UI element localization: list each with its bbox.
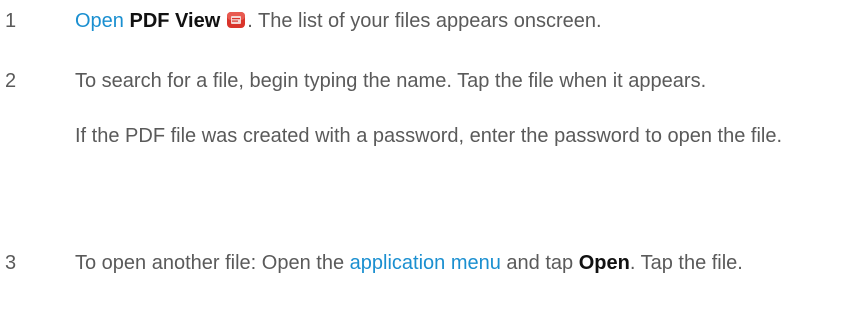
pdf-view-app-name: PDF View bbox=[129, 10, 221, 32]
step-body: To open another file: Open the applicati… bbox=[75, 248, 795, 279]
step-text: . The list of your files appears onscree… bbox=[247, 10, 602, 32]
step-body: To search for a file, begin typing the n… bbox=[75, 66, 795, 152]
step-body: Open PDF View . The list of your files a… bbox=[75, 6, 795, 37]
step-number: 3 bbox=[5, 252, 17, 274]
step-text: and tap bbox=[500, 252, 579, 274]
step-paragraph: If the PDF file was created with a passw… bbox=[75, 125, 783, 147]
step-number: 1 bbox=[5, 10, 17, 32]
application-menu-link[interactable]: application menu bbox=[350, 252, 501, 274]
step-number: 2 bbox=[5, 70, 17, 92]
open-link[interactable]: Open bbox=[75, 10, 124, 32]
step-paragraph: To search for a file, begin typing the n… bbox=[75, 70, 707, 92]
open-command-label: Open bbox=[578, 252, 630, 274]
step-text: . Tap the file. bbox=[629, 252, 743, 274]
pdf-view-app-icon bbox=[226, 9, 246, 29]
step-text: To open another file: Open the bbox=[75, 252, 350, 274]
